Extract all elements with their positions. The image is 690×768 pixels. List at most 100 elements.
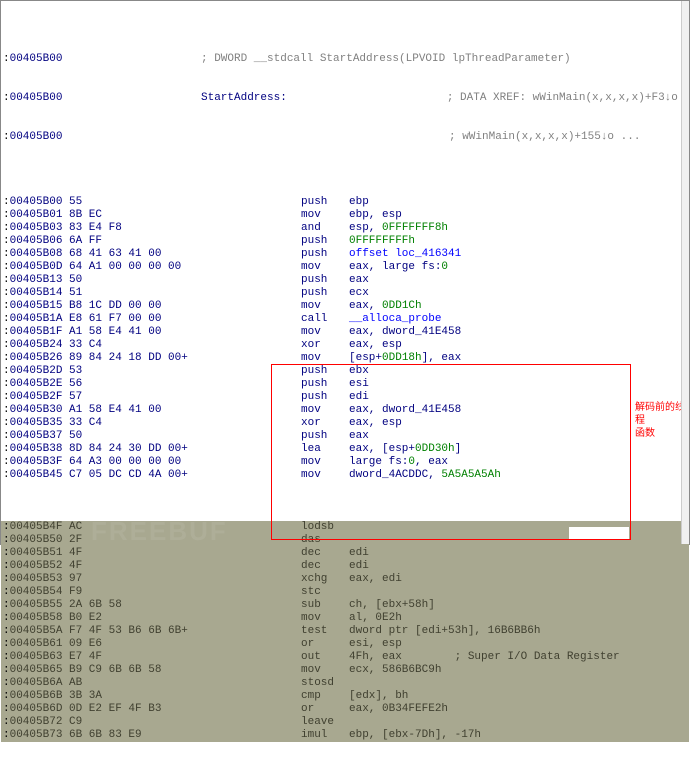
- code-row[interactable]: 00405B524Fdecedi: [1, 560, 689, 573]
- mnemonic: lea: [301, 443, 349, 456]
- code-row[interactable]: 00405B5397xchgeax, edi: [1, 573, 689, 586]
- immediate: 0DD1Ch: [382, 300, 422, 312]
- xref: ; DATA XREF: wWinMain(x,x,x,x)+F3↓o: [447, 92, 678, 105]
- code-row[interactable]: 00405B58B0 E2moval, 0E2h: [1, 612, 689, 625]
- operands: ecx: [349, 287, 369, 300]
- code-row[interactable]: 00405B1FA1 58 E4 41 00moveax, dword_41E4…: [1, 326, 689, 339]
- address: 00405B00: [1, 196, 69, 209]
- code-row[interactable]: 00405B018B ECmovebp, esp: [1, 209, 689, 222]
- mnemonic: stosd: [301, 677, 349, 690]
- code-row[interactable]: 00405B45C7 05 DC CD 4A 00+movdword_4ACDD…: [1, 469, 689, 482]
- header-row: 00405B00 ; DWORD __stdcall StartAddress(…: [1, 53, 689, 66]
- operands: [edx], bh: [349, 690, 408, 703]
- address: 00405B6B: [1, 690, 69, 703]
- bytes: B8 1C DD 00 00: [69, 300, 201, 313]
- code-row[interactable]: 00405B3F64 A3 00 00 00 00movlarge fs:0, …: [1, 456, 689, 469]
- mnemonic: imul: [301, 729, 349, 742]
- operands: ebx: [349, 365, 369, 378]
- code-row[interactable]: 00405B2E56pushesi: [1, 378, 689, 391]
- immediate: 5A5A5A5Ah: [441, 469, 500, 481]
- operands: eax, edi: [349, 573, 402, 586]
- code-row[interactable]: 00405B2F57pushedi: [1, 391, 689, 404]
- address: 00405B2E: [1, 378, 69, 391]
- mnemonic: call: [301, 313, 349, 326]
- code-row[interactable]: 00405B2689 84 24 18 DD 00+mov[esp+0DD18h…: [1, 352, 689, 365]
- operands: 0FFFFFFFFh: [349, 235, 415, 248]
- xref-link[interactable]: __alloca_probe: [349, 313, 441, 325]
- operands: dword_4ACDDC, 5A5A5A5Ah: [349, 469, 501, 482]
- bytes: 8D 84 24 30 DD 00+: [69, 443, 201, 456]
- mnemonic: and: [301, 222, 349, 235]
- code-row[interactable]: 00405B0055pushebp: [1, 196, 689, 209]
- code-row[interactable]: 00405B0383 E4 F8andesp, 0FFFFFFF8h: [1, 222, 689, 235]
- code-row[interactable]: 00405B63E7 4Fout4Fh, eax ; Super I/O Dat…: [1, 651, 689, 664]
- code-row[interactable]: 00405B0868 41 63 41 00pushoffset loc_416…: [1, 248, 689, 261]
- mnemonic: mov: [301, 469, 349, 482]
- code-row[interactable]: 00405B5AF7 4F 53 B6 6B 6B+testdword ptr …: [1, 625, 689, 638]
- code-row[interactable]: 00405B0D64 A1 00 00 00 00moveax, large f…: [1, 261, 689, 274]
- address: 00405B63: [1, 651, 69, 664]
- mnemonic: dec: [301, 547, 349, 560]
- disassembly-view[interactable]: 00405B00 ; DWORD __stdcall StartAddress(…: [1, 1, 689, 544]
- immediate: 0DD30h: [415, 443, 455, 455]
- mnemonic: push: [301, 274, 349, 287]
- mnemonic: mov: [301, 612, 349, 625]
- code-row[interactable]: 00405B552A 6B 58subch, [ebx+58h]: [1, 599, 689, 612]
- overview-strip[interactable]: [681, 1, 689, 544]
- code-row[interactable]: 00405B066A FFpush0FFFFFFFFh: [1, 235, 689, 248]
- code-row[interactable]: 00405B3750pusheax: [1, 430, 689, 443]
- immediate: 0FFFFFFF8h: [382, 222, 448, 234]
- code-row[interactable]: 00405B1AE8 61 F7 00 00call__alloca_probe: [1, 313, 689, 326]
- address: 00405B15: [1, 300, 69, 313]
- bytes: 64 A3 00 00 00 00: [69, 456, 201, 469]
- code-row[interactable]: 00405B6109 E6oresi, esp: [1, 638, 689, 651]
- code-row[interactable]: 00405B2433 C4xoreax, esp: [1, 339, 689, 352]
- mnemonic: mov: [301, 209, 349, 222]
- bytes: 4F: [69, 560, 201, 573]
- mnemonic: push: [301, 365, 349, 378]
- code-row[interactable]: 00405B30A1 58 E4 41 00moveax, dword_41E4…: [1, 404, 689, 417]
- code-row[interactable]: 00405B72C9leave: [1, 716, 689, 729]
- code-row[interactable]: 00405B3533 C4xoreax, esp: [1, 417, 689, 430]
- code-row[interactable]: 00405B65B9 C9 6B 6B 58movecx, 586B6BC9h: [1, 664, 689, 677]
- code-row[interactable]: 00405B388D 84 24 30 DD 00+leaeax, [esp+0…: [1, 443, 689, 456]
- code-row[interactable]: 00405B6D0D E2 EF 4F B3oreax, 0B34FEFE2h: [1, 703, 689, 716]
- address: 00405B06: [1, 235, 69, 248]
- code-row[interactable]: 00405B6AABstosd: [1, 677, 689, 690]
- code-row[interactable]: 00405B736B 6B 83 E9imulebp, [ebx-7Dh], -…: [1, 729, 689, 742]
- bytes: B9 C9 6B 6B 58: [69, 664, 201, 677]
- code-row[interactable]: 00405B6B3B 3Acmp[edx], bh: [1, 690, 689, 703]
- xref: ; wWinMain(x,x,x,x)+155↓o ...: [449, 131, 640, 144]
- xref-link[interactable]: offset loc_416341: [349, 248, 461, 260]
- address: 00405B73: [1, 729, 69, 742]
- address: 00405B38: [1, 443, 69, 456]
- address: 00405B45: [1, 469, 69, 482]
- mnemonic: push: [301, 391, 349, 404]
- operands: [esp+0DD18h], eax: [349, 352, 461, 365]
- bytes: 2F: [69, 534, 201, 547]
- mnemonic: push: [301, 248, 349, 261]
- operands: ebp, esp: [349, 209, 402, 222]
- code-row[interactable]: 00405B1350pusheax: [1, 274, 689, 287]
- code-row[interactable]: 00405B2D53pushebx: [1, 365, 689, 378]
- bytes: 56: [69, 378, 201, 391]
- bytes: 6A FF: [69, 235, 201, 248]
- bytes: 53: [69, 365, 201, 378]
- bytes: 51: [69, 287, 201, 300]
- code-row[interactable]: 00405B15B8 1C DD 00 00moveax, 0DD1Ch: [1, 300, 689, 313]
- address: 00405B37: [1, 430, 69, 443]
- operands: ebp, [ebx-7Dh], -17h: [349, 729, 481, 742]
- operands: esp, 0FFFFFFF8h: [349, 222, 448, 235]
- code-row[interactable]: 00405B1451pushecx: [1, 287, 689, 300]
- bytes: B0 E2: [69, 612, 201, 625]
- code-row[interactable]: 00405B54F9stc: [1, 586, 689, 599]
- code-row[interactable]: 00405B514Fdecedi: [1, 547, 689, 560]
- bytes: 89 84 24 18 DD 00+: [69, 352, 201, 365]
- mnemonic: das: [301, 534, 349, 547]
- address: 00405B53: [1, 573, 69, 586]
- bytes: 57: [69, 391, 201, 404]
- address: 00405B55: [1, 599, 69, 612]
- address: 00405B01: [1, 209, 69, 222]
- address: 00405B61: [1, 638, 69, 651]
- mnemonic: lodsb: [301, 521, 349, 534]
